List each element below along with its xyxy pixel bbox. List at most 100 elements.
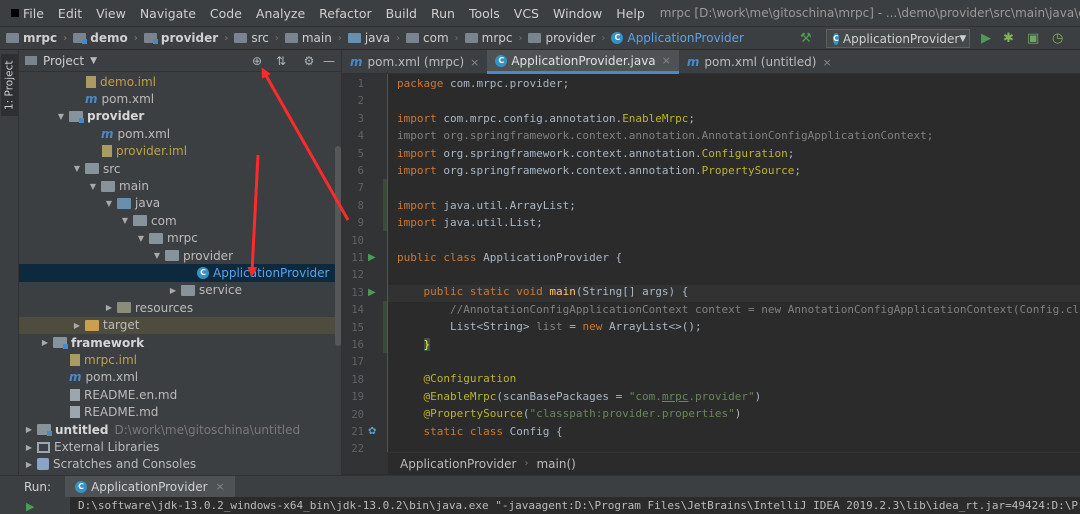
iml-file-icon [70,354,80,367]
editor-tab-pom-untitled[interactable]: m pom.xml (untitled) × [679,50,840,74]
chevron-right-icon[interactable]: ▶ [39,338,51,347]
chevron-right-icon[interactable]: ▶ [23,443,35,452]
coverage-icon[interactable]: ▣ [1027,31,1039,46]
nav-crumb-com[interactable]: com › [400,31,459,45]
chevron-right-icon[interactable]: ▶ [23,425,35,434]
line-number: 12 [351,269,364,282]
menu-window[interactable]: Window [546,6,609,21]
tree-item[interactable]: ▶ resources [19,299,341,316]
project-tool-tab[interactable]: 1: Project [1,54,18,116]
menu-edit[interactable]: Edit [51,6,89,21]
nav-crumb-provider-package[interactable]: provider › [522,31,605,45]
nav-crumb-java[interactable]: java › [342,31,400,45]
line-number: 14 [351,304,364,317]
locate-file-icon[interactable]: ⊕ [249,53,265,69]
collapse-all-icon[interactable]: ⇅ [273,53,289,69]
nav-crumb-class[interactable]: C ApplicationProvider [605,31,744,45]
chevron-down-icon[interactable]: ▼ [151,251,163,260]
tree-item[interactable]: ▶ External Libraries [19,438,341,455]
menu-code[interactable]: Code [203,6,249,21]
menu-vcs[interactable]: VCS [507,6,546,21]
chevron-right-icon[interactable]: ▶ [23,460,35,469]
menu-run[interactable]: Run [424,6,462,21]
tree-item[interactable]: ▼ java [19,195,341,212]
tree-item[interactable]: m pom.xml [19,369,341,386]
tree-item[interactable]: ▼ provider [19,247,341,264]
tree-item[interactable]: m pom.xml [19,125,341,142]
tree-item-label: framework [71,335,145,350]
nav-crumb-demo[interactable]: demo › [67,31,138,45]
tree-item[interactable]: provider.iml [19,143,341,160]
build-hammer-icon[interactable]: ⚒ [800,31,812,46]
menu-build[interactable]: Build [379,6,424,21]
menu-analyze[interactable]: Analyze [249,6,312,21]
menu-file[interactable]: File [16,6,51,21]
chevron-down-icon[interactable]: ▼ [135,234,147,243]
close-icon[interactable]: × [822,56,831,69]
editor-tab-pom-mrpc[interactable]: m pom.xml (mrpc) × [342,50,487,74]
nav-crumb-main[interactable]: main › [279,31,342,45]
tree-item[interactable]: ▶ Scratches and Consoles [19,456,341,473]
run-console[interactable]: ▶ D:\software\jdk-13.0.2_windows-x64_bin… [0,497,1080,514]
code-editor[interactable]: package com.mrpc.provider; import com.mr… [388,74,1080,452]
tree-item[interactable]: ▼ main [19,177,341,194]
tree-item[interactable]: C ApplicationProvider [19,264,341,282]
minimize-icon[interactable]: — [321,53,337,69]
chevron-right-icon[interactable]: ▶ [167,286,179,295]
scratch-icon [37,458,49,471]
menu-refactor[interactable]: Refactor [312,6,378,21]
menu-tools[interactable]: Tools [462,6,507,21]
breadcrumb-method[interactable]: main() [536,457,575,471]
tab-label: pom.xml (untitled) [704,55,817,69]
editor-gutter[interactable]: ▶ ▶ ✿ 1 2 3 4 5 6 7 8 9 10 11 12 13 14 15 16 17 18 19 20 21 2… [342,74,388,455]
run-gutter-icon[interactable]: ▶ [368,252,376,263]
tree-item[interactable]: ▶ target [19,316,341,334]
tree-item[interactable]: ▼ com [19,212,341,229]
chevron-right-icon[interactable]: ▶ [71,321,83,330]
project-scrollbar[interactable] [335,146,341,346]
tree-item[interactable]: ▶ untitled D:\work\me\gitoschina\untitled [19,421,341,438]
chevron-down-icon[interactable]: ▼ [119,216,131,225]
tree-item[interactable]: demo.iml [19,73,341,90]
editor-tab-application-provider[interactable]: C ApplicationProvider.java × [487,50,679,74]
menu-help[interactable]: Help [609,6,652,21]
close-icon[interactable]: × [662,54,671,67]
run-gutter-icon[interactable]: ▶ [368,287,376,298]
nav-crumb-mrpc[interactable]: mrpc › [0,31,67,45]
rerun-icon[interactable]: ▶ [26,500,34,513]
close-icon[interactable]: × [470,56,479,69]
nav-crumb-provider[interactable]: provider › [138,31,228,45]
menu-navigate[interactable]: Navigate [133,6,203,21]
tree-item[interactable]: README.en.md [19,386,341,403]
profile-icon[interactable]: ◷ [1052,31,1063,46]
project-view-select[interactable]: Project [43,54,84,68]
tree-item[interactable]: README.md [19,404,341,421]
nav-crumb-src[interactable]: src › [228,31,279,45]
chevron-down-icon[interactable]: ▼ [71,164,83,173]
menu-view[interactable]: View [89,6,133,21]
tree-item[interactable]: ▶ framework [19,334,341,351]
chevron-down-icon[interactable]: ▼ [55,112,67,121]
debug-icon[interactable]: ✱ [1003,31,1014,46]
tree-item[interactable]: ▼ provider [19,108,341,125]
tree-item[interactable]: ▼ src [19,160,341,177]
chevron-down-icon[interactable]: ▼ [90,56,97,66]
breadcrumb-class[interactable]: ApplicationProvider [400,457,516,471]
tree-item-label: service [199,283,242,298]
close-icon[interactable]: × [216,480,225,493]
tree-item[interactable]: m pom.xml [19,90,341,107]
tree-item[interactable]: ▼ mrpc [19,230,341,247]
chevron-right-icon[interactable]: ▶ [103,303,115,312]
gear-icon[interactable]: ⚙ [301,53,317,69]
run-configuration-select[interactable]: C ApplicationProvider ▼ [826,29,970,48]
chevron-down-icon[interactable]: ▼ [87,182,99,191]
bean-gutter-icon[interactable]: ✿ [368,426,376,437]
code-line: import org.springframework.context.annot… [397,129,934,142]
chevron-down-icon[interactable]: ▼ [103,199,115,208]
console-toolbar [0,497,70,514]
run-tab-application-provider[interactable]: C ApplicationProvider × [65,475,235,498]
tree-item[interactable]: ▶ service [19,282,341,299]
run-icon[interactable]: ▶ [981,31,991,46]
tree-item[interactable]: mrpc.iml [19,351,341,368]
nav-crumb-mrpc-package[interactable]: mrpc › [459,31,522,45]
